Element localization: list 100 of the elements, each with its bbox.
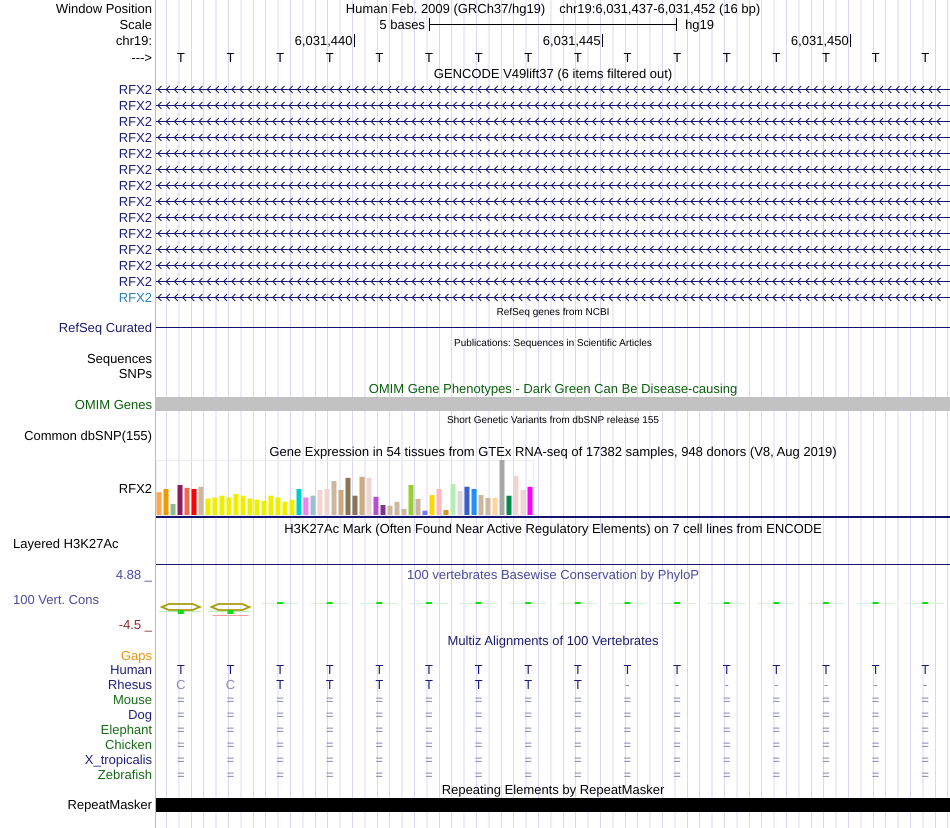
gene-arrow-line[interactable]	[156, 132, 950, 142]
assembly-label: hg19	[684, 16, 714, 32]
track-label[interactable]: 100 Vert. Cons	[0, 592, 99, 607]
alignment-base: =	[624, 752, 632, 767]
alignment-base: =	[574, 722, 582, 737]
alignment-base: =	[722, 737, 730, 752]
gene-label[interactable]: RFX2	[118, 274, 152, 288]
alignment-base: T	[326, 662, 334, 677]
alignment-base: T	[772, 662, 780, 677]
alignment-base: =	[673, 692, 681, 707]
expression-bars-drawing[interactable]	[156, 460, 534, 516]
alignment-base: =	[872, 737, 880, 752]
alignment-base: =	[574, 737, 582, 752]
gene-arrow-line[interactable]	[156, 100, 950, 110]
gene-label[interactable]: RFX2	[118, 194, 152, 208]
gene-label[interactable]: RFX2	[118, 290, 152, 304]
alignment-base: =	[822, 737, 830, 752]
alignment-base: T	[474, 662, 483, 677]
alignment-base: =	[376, 722, 384, 737]
alignment-base: =	[872, 692, 880, 707]
gene-arrow-line[interactable]	[156, 196, 950, 206]
alignment-base: =	[574, 752, 582, 767]
gene-arrow-line[interactable]	[156, 164, 950, 174]
gene-arrow-line[interactable]	[156, 212, 950, 222]
alignment-base: T	[524, 677, 532, 692]
alignment-base: =	[921, 737, 929, 752]
gene-arrow-line[interactable]	[156, 84, 950, 94]
strand-label[interactable]: --->	[131, 50, 152, 64]
alignment-base: =	[624, 737, 632, 752]
alignment-base: =	[226, 767, 234, 782]
alignment-base: =	[376, 707, 384, 722]
track-title: Gene Expression in 54 tissues from GTEx RNA-seq of 17382 samples, 948 donors (V8, Aug 2019)	[269, 444, 837, 459]
gene-label[interactable]: RFX2	[118, 114, 152, 128]
alignment-base: T	[326, 677, 334, 692]
species-label: Mouse	[112, 692, 152, 707]
alignment-base: -	[873, 677, 878, 692]
track-label[interactable]: RepeatMasker	[67, 797, 152, 812]
alignment-base: =	[722, 767, 730, 782]
alignment-base: =	[772, 737, 780, 752]
alignment-base: T	[474, 677, 483, 692]
gene-label[interactable]: RFX2	[118, 162, 152, 176]
gene-label[interactable]: RFX2	[118, 98, 152, 112]
alignment-base: =	[822, 767, 830, 782]
tick-mark	[850, 34, 851, 47]
gene-arrow-line[interactable]	[156, 276, 950, 286]
base-letter: T	[822, 50, 830, 64]
alignment-base: =	[226, 752, 234, 767]
alignment-base: -	[724, 677, 729, 692]
track-label[interactable]: RFX2	[118, 480, 152, 496]
alignment-base: T	[623, 662, 632, 677]
gene-arrow-line[interactable]	[156, 180, 950, 190]
base-letter: T	[921, 50, 930, 64]
gene-label[interactable]: RFX2	[118, 178, 152, 192]
gene-label[interactable]: RFX2	[118, 242, 152, 256]
track-title: RefSeq genes from NCBI	[496, 306, 610, 320]
alignment-base: =	[276, 722, 284, 737]
alignment-base: =	[524, 737, 532, 752]
base-letter: T	[375, 50, 384, 64]
gene-label[interactable]: RFX2	[118, 146, 152, 160]
alignment-base: =	[772, 752, 780, 767]
alignment-base: =	[822, 692, 830, 707]
track-label[interactable]: SNPs	[118, 366, 152, 381]
track-title: Publications: Sequences in Scientific Articles	[454, 336, 652, 350]
alignment-base: T	[276, 662, 284, 677]
base-letter: T	[276, 50, 284, 64]
track-label[interactable]: Sequences	[86, 351, 152, 366]
repeat-element-bar[interactable]	[156, 798, 950, 812]
track-title: 100 vertebrates Basewise Conservation by PhyloP	[407, 567, 699, 582]
alignment-base: =	[425, 767, 433, 782]
base-letter: T	[574, 50, 582, 64]
track-label[interactable]: OMIM Genes	[74, 396, 152, 412]
species-label: Elephant	[100, 722, 152, 737]
gene-arrow-line[interactable]	[156, 292, 950, 302]
gene-label[interactable]: RFX2	[118, 130, 152, 144]
gene-label[interactable]: RFX2	[118, 258, 152, 272]
gene-label[interactable]: RFX2	[118, 226, 152, 240]
axis-min-label: -4.5 _	[118, 617, 152, 632]
base-letter: T	[872, 50, 880, 64]
track-label[interactable]: Common dbSNP(155)	[24, 428, 152, 443]
alignment-base: T	[574, 662, 582, 677]
track-label[interactable]: RefSeq Curated	[58, 320, 152, 335]
alignment-base: =	[624, 707, 632, 722]
gene-arrow-line[interactable]	[156, 244, 950, 254]
alignment-base: =	[772, 692, 780, 707]
species-label: Zebrafish	[98, 767, 152, 782]
species-label: X_tropicalis	[84, 752, 152, 767]
gene-arrow-line[interactable]	[156, 228, 950, 238]
alignment-base: =	[276, 752, 284, 767]
gene-arrow-line[interactable]	[156, 116, 950, 126]
assembly-title: Human Feb. 2009 (GRCh37/hg19)	[346, 0, 546, 16]
alignment-base: =	[673, 737, 681, 752]
gene-label[interactable]: RFX2	[118, 82, 152, 96]
alignment-base: =	[624, 767, 632, 782]
track-label[interactable]: Layered H3K27Ac	[13, 536, 119, 551]
gene-arrow-line[interactable]	[156, 148, 950, 158]
alignment-base: =	[822, 707, 830, 722]
alignment-base: =	[673, 767, 681, 782]
gene-label[interactable]: RFX2	[118, 210, 152, 224]
base-letter: T	[722, 50, 731, 64]
gene-arrow-line[interactable]	[156, 260, 950, 270]
